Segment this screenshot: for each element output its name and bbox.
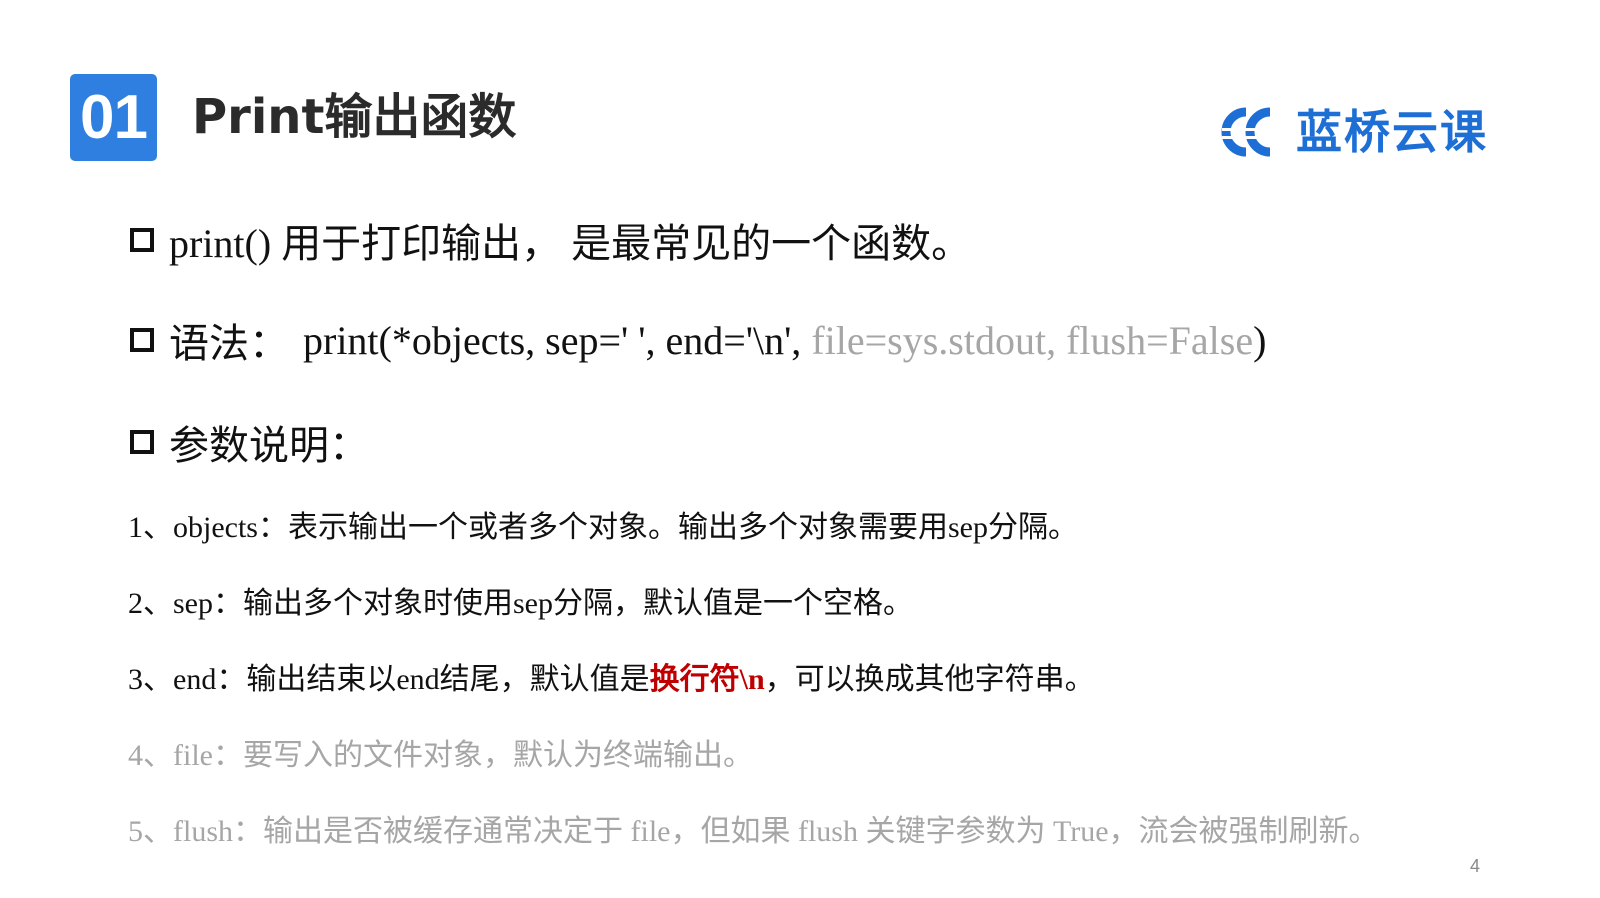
bullet-text: 参数说明： xyxy=(169,423,369,468)
param-end: 3、end：输出结束以end结尾，默认值是换行符\n，可以换成其他字符串。 xyxy=(128,660,1095,700)
param-sep: 2、sep：输出多个对象时使用sep分隔，默认值是一个空格。 xyxy=(128,587,913,620)
square-bullet-icon xyxy=(130,430,154,454)
slide-title: Print输出函数 xyxy=(192,89,517,145)
param-end-text-tail: ，可以换成其他字符串。 xyxy=(764,663,1095,696)
param-flush: 5、flush：输出是否被缓存通常决定于 file，但如果 flush 关键字参… xyxy=(128,815,1379,848)
square-bullet-icon xyxy=(130,328,154,352)
bullet-description: print() 用于打印输出， 是最常见的一个函数。 xyxy=(130,216,971,266)
brand-name: 蓝桥云课 xyxy=(1296,105,1488,159)
brand-logo: 蓝桥云课 xyxy=(1212,104,1532,160)
param-objects: 1、objects：表示输出一个或者多个对象。输出多个对象需要用sep分隔。 xyxy=(128,511,1078,544)
newline-highlight: 换行符\n xyxy=(649,663,765,696)
syntax-code-close: ) xyxy=(1253,317,1267,363)
syntax-code-main: print(*objects, sep=' ', end='\n', xyxy=(303,317,812,363)
syntax-code: print(*objects, sep=' ', end='\n', file=… xyxy=(303,317,1266,364)
syntax-code-optional: file=sys.stdout, flush=False xyxy=(811,317,1254,363)
bullet-syntax: 语法： print(*objects, sep=' ', end='\n', f… xyxy=(130,316,1266,366)
section-number-badge: 01 xyxy=(70,74,157,161)
syntax-label: 语法： xyxy=(169,321,289,366)
page-number: 4 xyxy=(1470,856,1481,876)
bullet-params-heading: 参数说明： xyxy=(130,418,369,468)
square-bullet-icon xyxy=(130,228,154,252)
param-end-text: 3、end：输出结束以end结尾，默认值是 xyxy=(128,663,650,696)
lanqiao-logo-icon xyxy=(1221,107,1282,157)
param-file: 4、file：要写入的文件对象，默认为终端输出。 xyxy=(128,739,753,772)
bullet-text: print() 用于打印输出， 是最常见的一个函数。 xyxy=(169,221,972,266)
